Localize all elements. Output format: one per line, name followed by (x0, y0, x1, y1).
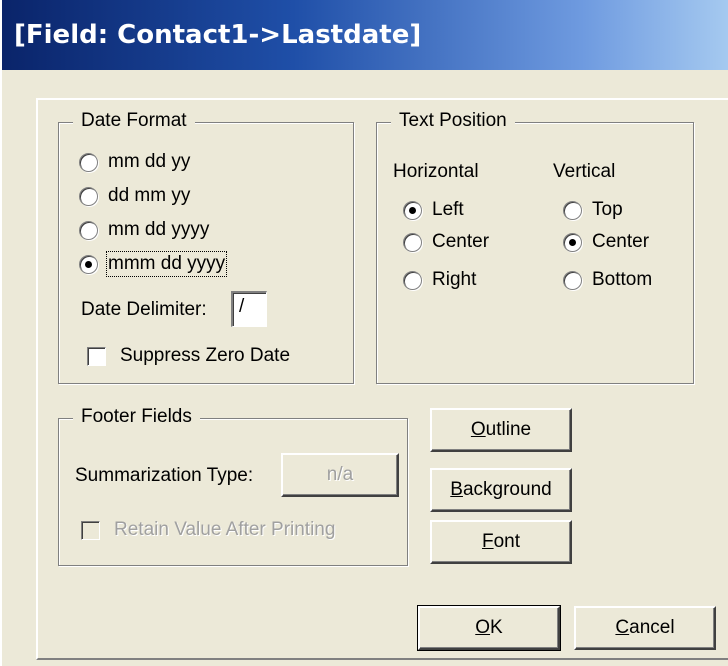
summarization-type-button[interactable]: n/a (281, 453, 399, 497)
title-bar[interactable]: [Field: Contact1->Lastdate] (2, 0, 728, 70)
radio-icon-selected[interactable] (79, 254, 98, 274)
date-delimiter-label: Date Delimiter: (81, 299, 207, 320)
horizontal-label: Horizontal (393, 161, 479, 182)
date-format-group: Date Format mm dd yy dd mm yy mm dd yyyy… (58, 110, 354, 384)
horizontal-option-label: Left (432, 199, 464, 220)
radio-icon-selected[interactable] (403, 200, 422, 220)
horizontal-option-right[interactable]: Right (403, 269, 476, 291)
checkbox-icon[interactable] (87, 346, 106, 366)
radio-icon[interactable] (403, 232, 422, 252)
date-format-option-mm-dd-yyyy[interactable]: mm dd yyyy (79, 219, 209, 241)
footer-fields-legend: Footer Fields (73, 406, 200, 428)
radio-icon[interactable] (563, 270, 582, 290)
date-delimiter-input[interactable]: / (231, 291, 267, 327)
footer-fields-group: Footer Fields Summarization Type: n/a Re… (58, 406, 408, 566)
horizontal-option-label: Center (432, 231, 490, 252)
horizontal-option-label: Right (432, 269, 477, 290)
dialog-window: [Field: Contact1->Lastdate] Date Format … (0, 0, 728, 666)
window-title: [Field: Contact1->Lastdate] (14, 20, 422, 50)
retain-value-checkbox[interactable]: Retain Value After Printing (81, 519, 335, 541)
cancel-button[interactable]: Cancel (574, 606, 716, 650)
date-format-option-label: mm dd yyyy (108, 219, 210, 240)
vertical-option-label: Bottom (592, 269, 653, 290)
date-format-option-dd-mm-yy[interactable]: dd mm yy (79, 185, 190, 207)
outline-button-label: Outline (470, 419, 532, 440)
vertical-option-label: Top (592, 199, 623, 220)
date-format-option-mmm-dd-yyyy[interactable]: mmm dd yyyy (79, 251, 228, 277)
outline-button[interactable]: Outline (430, 408, 572, 452)
suppress-zero-date-label: Suppress Zero Date (120, 345, 291, 366)
radio-icon[interactable] (79, 152, 98, 172)
font-button-label: Font (481, 531, 521, 552)
vertical-label: Vertical (553, 161, 616, 182)
horizontal-option-center[interactable]: Center (403, 231, 489, 253)
text-position-legend: Text Position (391, 110, 515, 132)
checkbox-icon[interactable] (81, 520, 100, 540)
vertical-option-top[interactable]: Top (563, 199, 623, 221)
radio-icon[interactable] (403, 270, 422, 290)
vertical-option-center[interactable]: Center (563, 231, 649, 253)
radio-icon[interactable] (79, 186, 98, 206)
retain-value-label: Retain Value After Printing (114, 519, 336, 540)
radio-icon-selected[interactable] (563, 232, 582, 252)
text-position-group: Text Position Horizontal Vertical Left C… (376, 110, 694, 384)
main-panel: Date Format mm dd yy dd mm yy mm dd yyyy… (36, 98, 728, 660)
horizontal-option-left[interactable]: Left (403, 199, 464, 221)
date-format-legend: Date Format (73, 110, 195, 132)
vertical-option-bottom[interactable]: Bottom (563, 269, 652, 291)
summarization-type-label: Summarization Type: (75, 465, 254, 486)
cancel-button-label: Cancel (615, 617, 675, 638)
date-format-option-mm-dd-yy[interactable]: mm dd yy (79, 151, 190, 173)
background-button[interactable]: Background (430, 468, 572, 512)
ok-button[interactable]: OK (417, 605, 561, 651)
suppress-zero-date-checkbox[interactable]: Suppress Zero Date (87, 345, 290, 367)
dialog-client-area: Date Format mm dd yy dd mm yy mm dd yyyy… (2, 70, 728, 666)
date-format-option-label: mmm dd yyyy (105, 251, 228, 277)
font-button[interactable]: Font (430, 520, 572, 564)
date-format-option-label: dd mm yy (108, 185, 191, 206)
vertical-option-label: Center (592, 231, 650, 252)
radio-icon[interactable] (79, 220, 98, 240)
date-format-option-label: mm dd yy (108, 151, 191, 172)
ok-button-label: OK (475, 617, 503, 638)
background-button-label: Background (450, 479, 552, 500)
radio-icon[interactable] (563, 200, 582, 220)
